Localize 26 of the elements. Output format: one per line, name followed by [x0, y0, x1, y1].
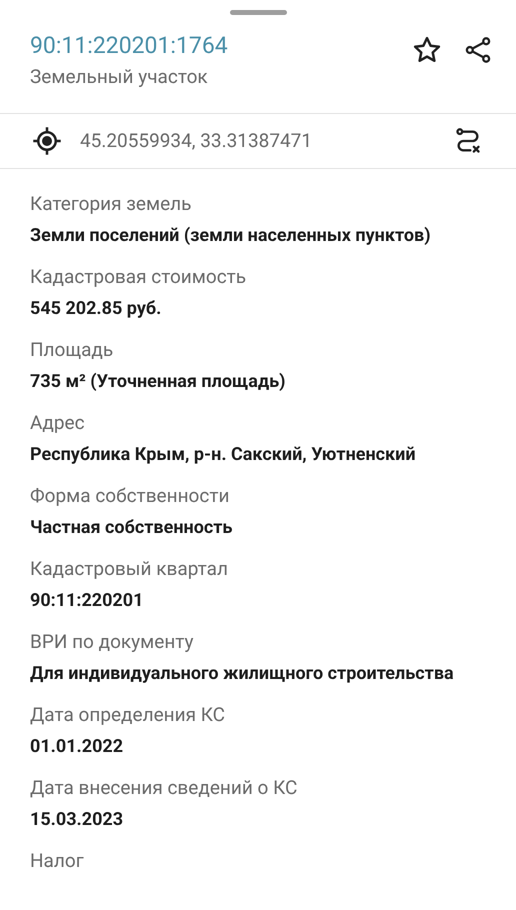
field-label: Дата определения КС [30, 702, 226, 728]
field-value: Для индивидуального жилищного строительства [30, 662, 455, 686]
field-label: Площадь [30, 337, 114, 363]
star-icon[interactable] [412, 35, 442, 65]
field-label: Форма собственности [30, 483, 230, 509]
field-value: Земли поселений (земли населенных пунктов) [30, 224, 432, 248]
field-label: Кадастровая стоимость [30, 264, 248, 290]
location-target-icon[interactable] [32, 126, 62, 156]
field-value: 15.03.2023 [30, 808, 124, 832]
coordinates: 45.20559934, 33.31387471 [80, 128, 314, 154]
field-label: Категория земель [30, 191, 192, 217]
share-icon[interactable] [464, 35, 492, 65]
field-value: 90:11:220201 [30, 589, 144, 613]
cadastral-number: 90:11:220201:1764 [30, 31, 229, 61]
field-value: 545 202.85 руб. [30, 297, 162, 321]
field-label: Налог [30, 848, 85, 874]
field-value: Республика Крым, р-н. Сакский, Уютненский [30, 443, 417, 467]
field-value: Частная собственность [30, 516, 234, 540]
object-type: Земельный участок [30, 64, 209, 90]
drag-handle[interactable] [230, 10, 286, 15]
field-value: 01.01.2022 [30, 735, 124, 759]
field-value: 735 м² (Уточненная площадь) [30, 370, 286, 394]
field-label: Адрес [30, 410, 86, 436]
field-label: Дата внесения сведений о КС [30, 775, 298, 801]
field-label: Кадастровый квартал [30, 556, 229, 582]
field-label: ВРИ по документу [30, 629, 195, 655]
